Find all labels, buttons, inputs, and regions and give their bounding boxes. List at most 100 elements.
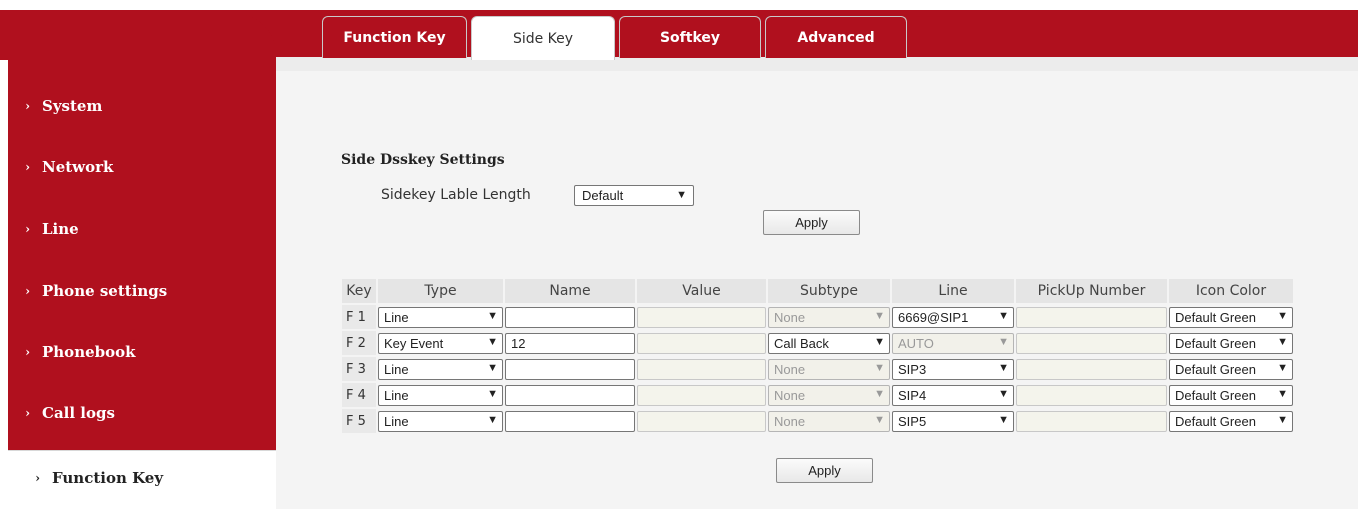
chevron-down-icon: ▼ <box>1277 413 1288 426</box>
select-value: SIP5 <box>898 413 927 429</box>
subtype-select[interactable]: None ▼ <box>768 358 890 380</box>
line-select[interactable]: SIP5 ▼ <box>892 410 1014 432</box>
table-row: F 5 Line ▼ None ▼ SIP5 ▼ Default Green ▼ <box>342 409 1293 433</box>
apply-settings-button[interactable]: Apply <box>763 210 860 235</box>
pickup-number-input[interactable] <box>1016 358 1167 380</box>
chevron-down-icon: ▼ <box>487 335 498 348</box>
sidebar-item-phonebook[interactable]: › Phonebook <box>8 330 276 374</box>
subtype-select[interactable]: Call Back ▼ <box>768 332 890 354</box>
value-input[interactable] <box>637 410 766 432</box>
select-value: None <box>774 413 806 429</box>
sidebar-item-label: System <box>42 97 103 115</box>
key-cell: F 1 <box>342 305 376 329</box>
chevron-down-icon: ▼ <box>487 309 498 322</box>
tab-function-key[interactable]: Function Key <box>322 16 467 58</box>
select-value: Default Green <box>1175 309 1256 325</box>
pickup-number-input[interactable] <box>1016 410 1167 432</box>
icon-color-select[interactable]: Default Green ▼ <box>1169 306 1293 328</box>
tab-underline-strip <box>276 57 1358 71</box>
table-header-row: Key Type Name Value Subtype Line PickUp … <box>342 279 1293 303</box>
subtype-select[interactable]: None ▼ <box>768 410 890 432</box>
chevron-down-icon: ▼ <box>874 387 885 400</box>
name-input[interactable] <box>505 410 635 432</box>
chevron-right-icon: › <box>25 284 30 298</box>
chevron-right-icon: › <box>25 99 30 113</box>
value-input[interactable] <box>637 332 766 354</box>
icon-color-select[interactable]: Default Green ▼ <box>1169 410 1293 432</box>
key-cell: F 2 <box>342 331 376 355</box>
chevron-right-icon: › <box>25 222 30 236</box>
tab-side-key[interactable]: Side Key <box>471 16 615 60</box>
table-row: F 1 Line ▼ None ▼ 6669@SIP1 ▼ Default Green… <box>342 305 1293 329</box>
sidebar-item-label: Phonebook <box>42 343 136 361</box>
icon-color-select[interactable]: Default Green ▼ <box>1169 358 1293 380</box>
select-value: AUTO <box>898 335 934 351</box>
sidebar-item-system[interactable]: › System <box>8 84 276 128</box>
type-select[interactable]: Line ▼ <box>378 410 503 432</box>
select-value: 6669@SIP1 <box>898 309 969 325</box>
input-value: 12 <box>511 335 526 351</box>
chevron-down-icon: ▼ <box>998 413 1009 426</box>
subtype-select[interactable]: None ▼ <box>768 384 890 406</box>
value-input[interactable] <box>637 306 766 328</box>
select-value: None <box>774 387 806 403</box>
icon-color-select[interactable]: Default Green ▼ <box>1169 384 1293 406</box>
select-value: SIP4 <box>898 387 927 403</box>
table-row: F 2 Key Event ▼ 12 Call Back ▼ AUTO ▼ Defau… <box>342 331 1293 355</box>
sidebar-item-call-logs[interactable]: › Call logs <box>8 391 276 435</box>
select-value: Line <box>384 309 409 325</box>
line-select[interactable]: SIP4 ▼ <box>892 384 1014 406</box>
select-value: Line <box>384 413 409 429</box>
name-input[interactable]: 12 <box>505 332 635 354</box>
value-input[interactable] <box>637 358 766 380</box>
line-select[interactable]: 6669@SIP1 ▼ <box>892 306 1014 328</box>
chevron-down-icon: ▼ <box>874 361 885 374</box>
sidebar-item-function-key[interactable]: › Function Key <box>8 450 276 504</box>
sidebar-item-phone-settings[interactable]: › Phone settings <box>8 269 276 313</box>
subtype-select[interactable]: None ▼ <box>768 306 890 328</box>
chevron-down-icon: ▼ <box>998 309 1009 322</box>
type-select[interactable]: Key Event ▼ <box>378 332 503 354</box>
chevron-down-icon: ▼ <box>998 387 1009 400</box>
name-input[interactable] <box>505 358 635 380</box>
key-cell: F 5 <box>342 409 376 433</box>
type-select[interactable]: Line ▼ <box>378 384 503 406</box>
sidebar-item-label: Network <box>42 158 114 176</box>
header-name: Name <box>505 279 635 303</box>
select-value: None <box>774 361 806 377</box>
value-input[interactable] <box>637 384 766 406</box>
type-select[interactable]: Line ▼ <box>378 306 503 328</box>
icon-color-select[interactable]: Default Green ▼ <box>1169 332 1293 354</box>
chevron-down-icon: ▼ <box>487 387 498 400</box>
select-value: Default <box>582 188 624 203</box>
table-row: F 4 Line ▼ None ▼ SIP4 ▼ Default Green ▼ <box>342 383 1293 407</box>
sidebar-item-line[interactable]: › Line <box>8 207 276 251</box>
sidekey-length-select[interactable]: Default ▼ <box>574 185 694 206</box>
type-select[interactable]: Line ▼ <box>378 358 503 380</box>
line-select[interactable]: SIP3 ▼ <box>892 358 1014 380</box>
line-select[interactable]: AUTO ▼ <box>892 332 1014 354</box>
header-subtype: Subtype <box>768 279 890 303</box>
select-value: SIP3 <box>898 361 927 377</box>
select-value: None <box>774 309 806 325</box>
chevron-down-icon: ▼ <box>487 413 498 426</box>
chevron-down-icon: ▼ <box>874 309 885 322</box>
tab-softkey[interactable]: Softkey <box>619 16 761 58</box>
key-cell: F 3 <box>342 357 376 381</box>
select-value: Key Event <box>384 335 444 351</box>
tab-advanced[interactable]: Advanced <box>765 16 907 58</box>
header-type: Type <box>378 279 503 303</box>
select-value: Default Green <box>1175 361 1256 377</box>
chevron-down-icon: ▼ <box>998 335 1009 348</box>
pickup-number-input[interactable] <box>1016 306 1167 328</box>
pickup-number-input[interactable] <box>1016 384 1167 406</box>
sidebar-item-network[interactable]: › Network <box>8 145 276 189</box>
chevron-right-icon: › <box>35 470 40 485</box>
chevron-down-icon: ▼ <box>1277 335 1288 348</box>
name-input[interactable] <box>505 384 635 406</box>
pickup-number-input[interactable] <box>1016 332 1167 354</box>
apply-table-button[interactable]: Apply <box>776 458 873 483</box>
header-line: Line <box>892 279 1014 303</box>
select-value: Line <box>384 387 409 403</box>
name-input[interactable] <box>505 306 635 328</box>
